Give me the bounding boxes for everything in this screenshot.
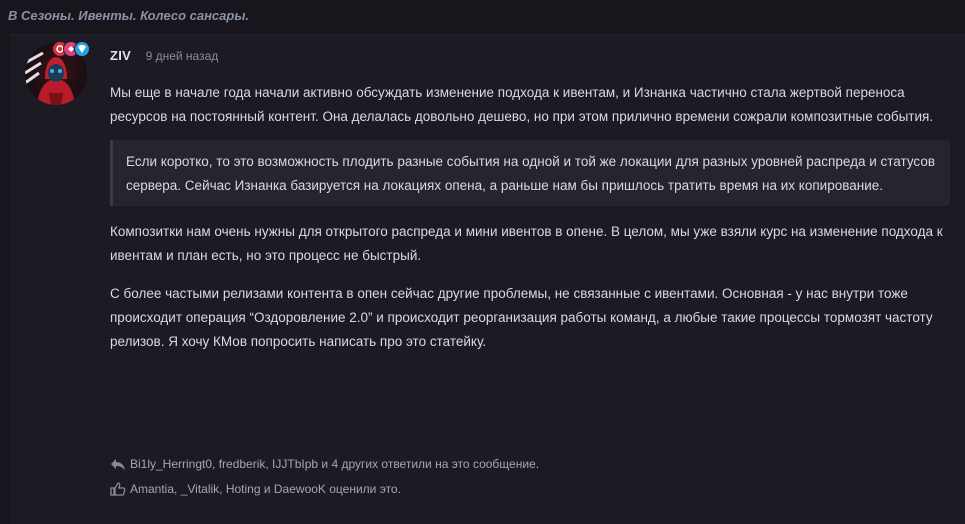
post-body: Мы еще в начале года начали активно обсу… bbox=[110, 81, 950, 354]
post-paragraph: С более частыми релизами контента в опен… bbox=[110, 286, 933, 349]
breadcrumb-item-wheel[interactable]: Колесо сансары. bbox=[140, 8, 249, 23]
post-paragraph: Композитки нам очень нужны для открытого… bbox=[110, 224, 943, 263]
post-timestamp[interactable]: 9 дней назад bbox=[146, 49, 219, 63]
breadcrumb-item-events[interactable]: Ивенты. bbox=[78, 8, 136, 23]
quote-text: Если коротко, то это возможность плодить… bbox=[126, 154, 936, 193]
post-paragraph: Мы еще в начале года начали активно обсу… bbox=[110, 85, 934, 124]
thumbs-up-icon bbox=[110, 482, 126, 496]
post-header: ZIV 9 дней назад bbox=[110, 47, 218, 67]
likes-summary[interactable]: Amantia, _Vitalik, Hoting и DaewooK оцен… bbox=[110, 480, 401, 498]
diamond-badge-icon bbox=[74, 41, 90, 57]
replies-summary[interactable]: Bi1ly_Herringt0, fredberik, IJJTbIpb и 4… bbox=[110, 455, 539, 473]
replies-text[interactable]: Bi1ly_Herringt0, fredberik, IJJTbIpb и 4… bbox=[130, 457, 539, 471]
breadcrumb-item-seasons[interactable]: Сезоны. bbox=[21, 8, 75, 23]
blockquote: Если коротко, то это возможность плодить… bbox=[110, 140, 950, 206]
forum-post: ZIV 9 дней назад Мы еще в начале года на… bbox=[10, 34, 965, 524]
breadcrumb-prefix: В bbox=[8, 8, 18, 23]
author-name[interactable]: ZIV bbox=[110, 48, 131, 63]
reply-arrow-icon bbox=[110, 457, 126, 471]
breadcrumb: В Сезоны. Ивенты. Колесо сансары. bbox=[8, 8, 249, 26]
likes-text[interactable]: Amantia, _Vitalik, Hoting и DaewooK оцен… bbox=[130, 482, 401, 496]
